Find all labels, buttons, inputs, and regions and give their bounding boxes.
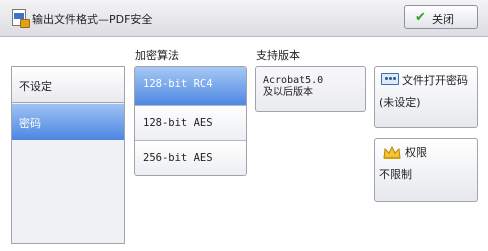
permissions-button[interactable]: 权限 不限制 <box>374 138 478 202</box>
file-open-password-label: 文件打开密码 <box>402 74 468 87</box>
close-button-label: 关闭 <box>432 13 454 26</box>
algorithm-128-aes[interactable]: 128-bit AES <box>135 106 246 141</box>
page-title: 输出文件格式—PDF安全 <box>32 13 153 26</box>
version-header: 支持版本 <box>256 49 300 62</box>
file-open-password-value: (未设定) <box>379 96 421 109</box>
supported-version-text: Acrobat5.0 及以后版本 <box>263 75 324 98</box>
option-label: 不设定 <box>19 80 52 93</box>
permissions-value: 不限制 <box>379 168 412 181</box>
checkmark-icon: ✔ <box>415 10 426 25</box>
algorithm-128-rc4[interactable]: 128-bit RC4 <box>135 67 246 106</box>
supported-version-box: Acrobat5.0 及以后版本 <box>255 66 366 112</box>
option-password[interactable]: 密码 <box>12 104 124 140</box>
close-button[interactable]: ✔ 关闭 <box>404 5 478 29</box>
password-icon <box>381 73 399 85</box>
algorithm-label: 128-bit AES <box>143 117 213 129</box>
encryption-algorithm-list: 128-bit RC4 128-bit AES 256-bit AES <box>134 66 247 176</box>
algorithm-256-aes[interactable]: 256-bit AES <box>135 141 246 175</box>
option-label: 密码 <box>19 117 41 130</box>
pdf-security-icon <box>12 9 30 28</box>
file-open-password-button[interactable]: 文件打开密码 (未设定) <box>374 66 478 128</box>
algorithm-header: 加密算法 <box>135 49 179 62</box>
security-mode-list: 不设定 密码 <box>11 66 125 244</box>
permissions-label: 权限 <box>405 146 427 159</box>
option-no-setting[interactable]: 不设定 <box>12 67 124 103</box>
title-bar: 输出文件格式—PDF安全 ✔ 关闭 <box>0 0 488 37</box>
crown-icon <box>383 146 401 159</box>
algorithm-label: 128-bit RC4 <box>143 78 213 90</box>
algorithm-label: 256-bit AES <box>143 152 213 164</box>
